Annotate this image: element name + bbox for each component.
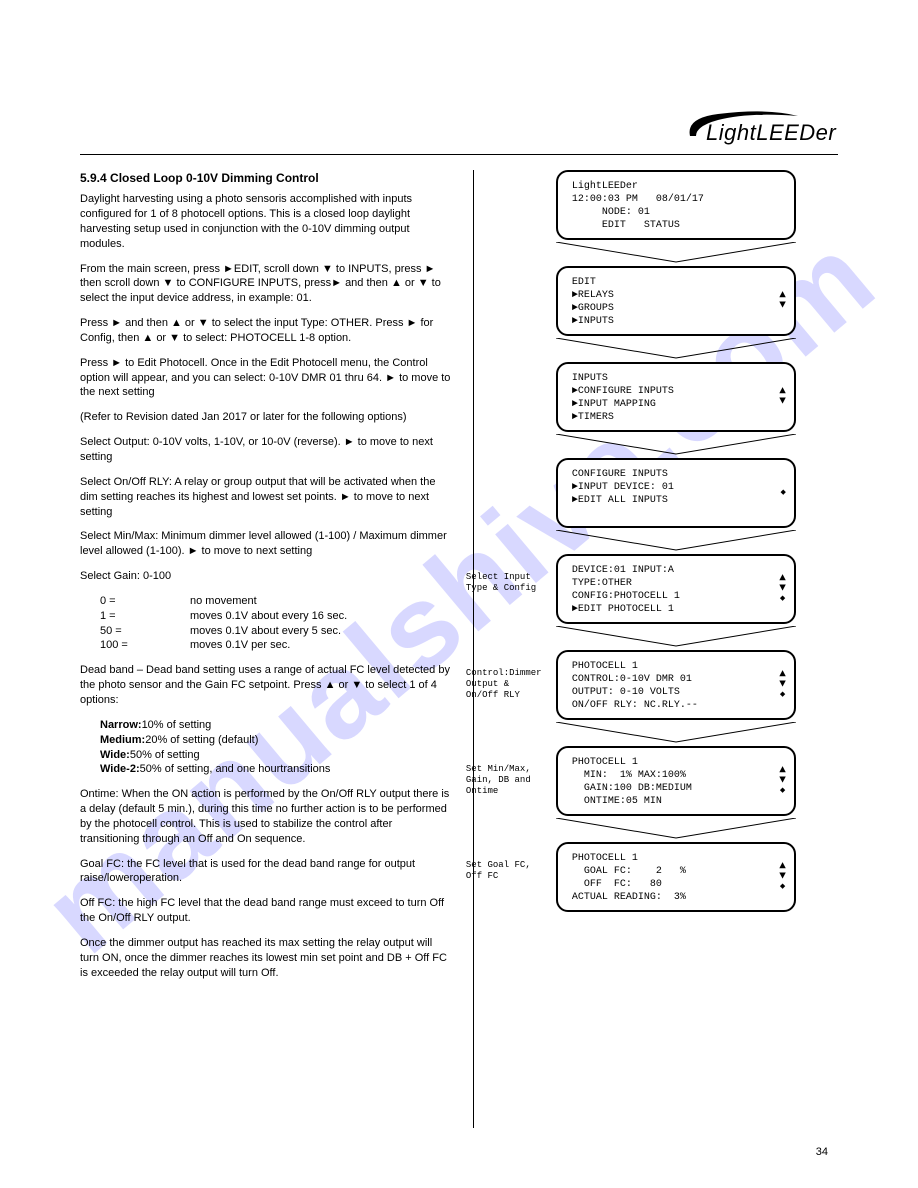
enter-icon: ◆ xyxy=(780,595,785,604)
paragraph: Press ► to Edit Photocell. Once in the E… xyxy=(80,356,453,401)
gain-list: 0 = no movement 1 = moves 0.1V about eve… xyxy=(100,594,453,653)
arrow-down-icon: ▼ xyxy=(779,398,786,407)
lcd-line: CONFIGURE INPUTS xyxy=(572,468,766,481)
lcd-line: GAIN:100 DB:MEDIUM xyxy=(572,782,766,795)
lcd-panel: EDIT►RELAYS►GROUPS►INPUTS ▲▼ xyxy=(556,266,796,336)
paragraph: Select On/Off RLY: A relay or group outp… xyxy=(80,475,453,520)
arrow-down-icon: ▼ xyxy=(779,777,786,786)
brand-text: LightLEEDer xyxy=(706,120,836,146)
lcd-line: ►EDIT ALL INPUTS xyxy=(572,494,766,507)
arrow-down-icon: ▼ xyxy=(779,681,786,690)
lcd-panel: PHOTOCELL 1 MIN: 1% MAX:100% GAIN:100 DB… xyxy=(556,746,796,816)
paragraph: From the main screen, press ►EDIT, scrol… xyxy=(80,262,453,307)
lcd-line: EDIT STATUS xyxy=(572,219,766,232)
lcd-line: INPUTS xyxy=(572,372,766,385)
flow-arrow-down-icon xyxy=(556,434,796,456)
lcd-line: EDIT xyxy=(572,276,766,289)
paragraph: Select Min/Max: Minimum dimmer level all… xyxy=(80,529,453,559)
paragraph: Goal FC: the FC level that is used for t… xyxy=(80,857,453,887)
panel-side-label: Set Goal FC, Off FC xyxy=(466,860,551,882)
lcd-line: ONTIME:05 MIN xyxy=(572,795,766,808)
flow-arrow-down-icon xyxy=(556,722,796,744)
flow-diagram-column: LightLEEDer12:00:03 PM 08/01/17 NODE: 01… xyxy=(474,170,838,1128)
lcd-panel: INPUTS►CONFIGURE INPUTS►INPUT MAPPING►TI… xyxy=(556,362,796,432)
lcd-line: ►EDIT PHOTOCELL 1 xyxy=(572,603,766,616)
lcd-line: DEVICE:01 INPUT:A xyxy=(572,564,766,577)
deadband-list: Narrow: 10% of setting Medium: 20% of se… xyxy=(100,718,453,777)
panel-side-label: Set Min/Max, Gain, DB and Ontime xyxy=(466,764,551,796)
flow-arrow-down-icon xyxy=(556,242,796,264)
header-divider xyxy=(80,154,838,155)
paragraph: Once the dimmer output has reached its m… xyxy=(80,936,453,981)
lcd-line: 12:00:03 PM 08/01/17 xyxy=(572,193,766,206)
lcd-line: ON/OFF RLY: NC.RLY.-- xyxy=(572,699,766,712)
panel-side-label: Control:Dimmer Output & On/Off RLY xyxy=(466,668,551,700)
nav-icons: ▲▼ xyxy=(779,388,786,407)
lcd-line: ►TIMERS xyxy=(572,411,766,424)
brand-logo: LightLEEDer xyxy=(678,108,838,148)
page-number: 34 xyxy=(816,1146,828,1158)
flow-arrow-down-icon xyxy=(556,818,796,840)
lcd-line: NODE: 01 xyxy=(572,206,766,219)
lcd-panel: PHOTOCELL 1 GOAL FC: 2 % OFF FC: 80ACTUA… xyxy=(556,842,796,912)
enter-icon: ◆ xyxy=(780,489,785,498)
lcd-line: ►GROUPS xyxy=(572,302,766,315)
panel-side-label: Select Input Type & Config xyxy=(466,572,551,594)
arrow-down-icon: ▼ xyxy=(779,302,786,311)
lcd-panel: DEVICE:01 INPUT:ATYPE:OTHERCONFIG:PHOTOC… xyxy=(556,554,796,624)
lcd-panel: CONFIGURE INPUTS►INPUT DEVICE: 01►EDIT A… xyxy=(556,458,796,528)
lcd-line: TYPE:OTHER xyxy=(572,577,766,590)
nav-icons: ▲▼◆ xyxy=(779,671,786,700)
lcd-line: CONTROL:0-10V DMR 01 xyxy=(572,673,766,686)
enter-icon: ◆ xyxy=(780,691,785,700)
arrow-down-icon: ▼ xyxy=(779,585,786,594)
flow-arrow-down-icon xyxy=(556,338,796,360)
lcd-line: ►INPUTS xyxy=(572,315,766,328)
paragraph: Off FC: the high FC level that the dead … xyxy=(80,896,453,926)
flow-arrow-down-icon xyxy=(556,626,796,648)
paragraph: Press ► and then ▲ or ▼ to select the in… xyxy=(80,316,453,346)
reference-note: (Refer to Revision dated Jan 2017 or lat… xyxy=(80,410,453,425)
lcd-line: MIN: 1% MAX:100% xyxy=(572,769,766,782)
enter-icon: ◆ xyxy=(780,883,785,892)
lcd-line: CONFIG:PHOTOCELL 1 xyxy=(572,590,766,603)
lcd-panel: LightLEEDer12:00:03 PM 08/01/17 NODE: 01… xyxy=(556,170,796,240)
body-text-column: 5.9.4 Closed Loop 0-10V Dimming Control … xyxy=(80,170,474,1128)
lcd-line: OFF FC: 80 xyxy=(572,878,766,891)
section-heading: 5.9.4 Closed Loop 0-10V Dimming Control xyxy=(80,170,453,186)
paragraph: Ontime: When the ON action is performed … xyxy=(80,787,453,846)
lcd-line: LightLEEDer xyxy=(572,180,766,193)
lcd-panel: PHOTOCELL 1CONTROL:0-10V DMR 01OUTPUT: 0… xyxy=(556,650,796,720)
nav-icons: ▲▼ xyxy=(779,292,786,311)
lcd-line: PHOTOCELL 1 xyxy=(572,852,766,865)
paragraph: Select Output: 0-10V volts, 1-10V, or 10… xyxy=(80,435,453,465)
paragraph: Dead band – Dead band setting uses a ran… xyxy=(80,663,453,708)
lcd-line: ►CONFIGURE INPUTS xyxy=(572,385,766,398)
lcd-line: PHOTOCELL 1 xyxy=(572,756,766,769)
lcd-line: ►INPUT MAPPING xyxy=(572,398,766,411)
enter-icon: ◆ xyxy=(780,787,785,796)
flow-arrow-down-icon xyxy=(556,530,796,552)
lcd-line: PHOTOCELL 1 xyxy=(572,660,766,673)
lcd-line: OUTPUT: 0-10 VOLTS xyxy=(572,686,766,699)
nav-icons: ▲▼◆ xyxy=(779,575,786,604)
nav-icons: ▲▼◆ xyxy=(779,863,786,892)
lcd-line: ►INPUT DEVICE: 01 xyxy=(572,481,766,494)
nav-icons: ▲▼◆ xyxy=(779,767,786,796)
paragraph: Select Gain: 0-100 xyxy=(80,569,453,584)
nav-icons: ◆ xyxy=(780,489,785,498)
lcd-line: GOAL FC: 2 % xyxy=(572,865,766,878)
arrow-down-icon: ▼ xyxy=(779,873,786,882)
lcd-line: ►RELAYS xyxy=(572,289,766,302)
lcd-line: ACTUAL READING: 3% xyxy=(572,891,766,904)
paragraph: Daylight harvesting using a photo sensor… xyxy=(80,192,453,251)
